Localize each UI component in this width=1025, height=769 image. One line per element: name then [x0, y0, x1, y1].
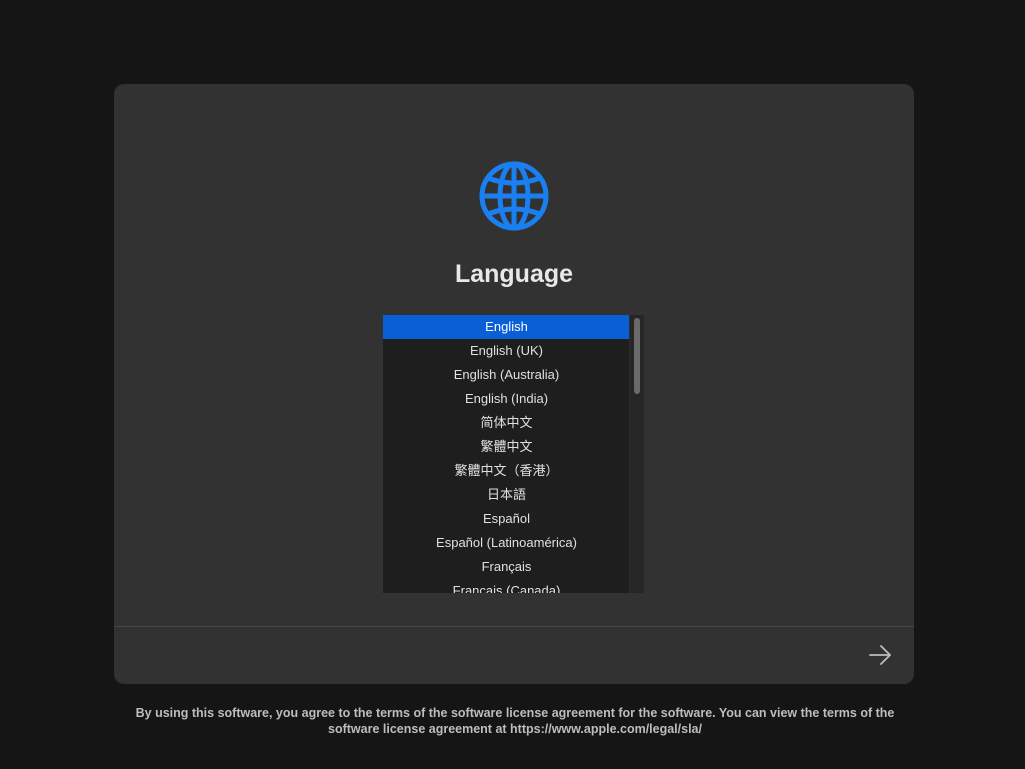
- language-option[interactable]: Français (Canada): [383, 579, 630, 593]
- language-option[interactable]: English (UK): [383, 339, 630, 363]
- language-list[interactable]: English English (UK) English (Australia) En…: [383, 315, 644, 593]
- language-option[interactable]: 繁體中文（香港）: [383, 459, 630, 483]
- language-option[interactable]: English: [383, 315, 630, 339]
- language-option[interactable]: 简体中文: [383, 411, 630, 435]
- language-option[interactable]: Français: [383, 555, 630, 579]
- license-agreement-text: By using this software, you agree to the…: [135, 706, 895, 736]
- language-option[interactable]: English (India): [383, 387, 630, 411]
- page-title: Language: [454, 260, 574, 288]
- scrollbar-thumb[interactable]: [634, 318, 640, 394]
- language-option[interactable]: Español: [383, 507, 630, 531]
- divider: [114, 626, 914, 627]
- language-option[interactable]: 繁體中文: [383, 435, 630, 459]
- language-option[interactable]: 日本語: [383, 483, 630, 507]
- arrow-right-icon[interactable]: [866, 641, 894, 669]
- language-rows: English English (UK) English (Australia) En…: [383, 315, 630, 593]
- scrollbar[interactable]: [629, 315, 644, 593]
- language-option[interactable]: English (Australia): [383, 363, 630, 387]
- language-setup-panel: Language English English (UK) English (Aus…: [114, 84, 914, 684]
- language-option[interactable]: Español (Latinoamérica): [383, 531, 630, 555]
- globe-icon: [479, 161, 549, 231]
